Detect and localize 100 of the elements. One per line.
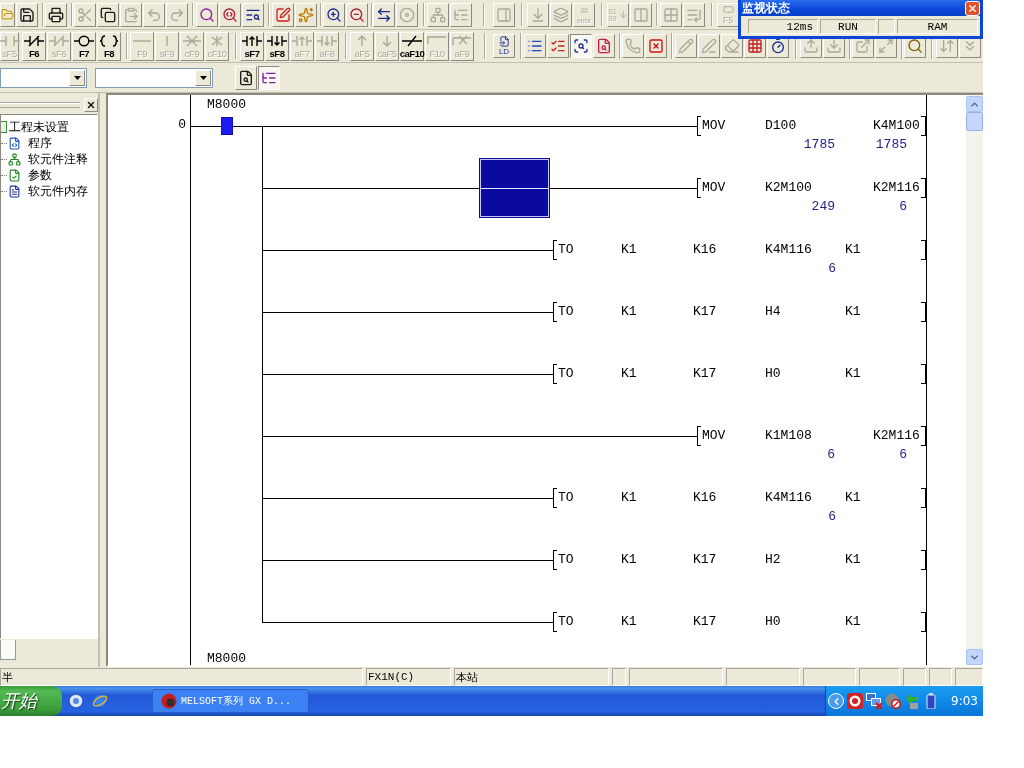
blocked-icon: [885, 693, 901, 709]
tree-item[interactable]: 软元件内存: [28, 183, 88, 199]
folder-icon: [1, 8, 14, 21]
pencil-icon: [678, 38, 694, 54]
monitor-value: 6: [828, 509, 836, 525]
operand-label: K1: [621, 552, 638, 568]
zoom-in-icon: [326, 6, 342, 23]
braces-icon: [99, 34, 119, 47]
closed-contact-icon: [49, 34, 69, 47]
panel-tab[interactable]: [0, 640, 16, 660]
cross-step-icon: [452, 35, 472, 46]
panel-icon: [496, 6, 512, 23]
tree-item[interactable]: 软元件注释: [28, 151, 88, 167]
undo-icon: [146, 6, 162, 23]
function-key-button[interactable]: caF10: [400, 31, 424, 61]
function-key-button[interactable]: F7: [72, 31, 96, 61]
bracket-icon: [697, 116, 701, 136]
up-arrow-icon: [357, 34, 367, 47]
function-key-button[interactable]: F8: [97, 31, 121, 61]
coil-icon: [74, 34, 94, 47]
monitor-value: 249: [811, 199, 835, 215]
list-icon: [527, 38, 543, 54]
network-icon: [430, 6, 446, 23]
instruction-name: TO: [557, 242, 575, 258]
step-line-icon: [427, 36, 447, 45]
file-search-icon: [238, 69, 254, 86]
tree-item[interactable]: 程序: [28, 135, 52, 151]
taskbar-button[interactable]: MELSOFT系列 GX D...: [152, 689, 309, 713]
step-number: 0: [178, 118, 186, 132]
quick-launch-button[interactable]: [92, 693, 108, 709]
save-icon: [19, 6, 35, 23]
monitor-value: 1785: [875, 137, 907, 153]
columns-icon: [633, 6, 649, 23]
toolbar-button[interactable]: [258, 65, 280, 90]
scan-search-icon: [573, 38, 589, 54]
redo-icon: [169, 6, 185, 23]
start-button[interactable]: 开始: [0, 686, 62, 716]
operand-label: K2M116: [873, 180, 920, 196]
monitor-value: 6: [828, 261, 836, 277]
file-search-icon: [596, 38, 612, 54]
status-panel: 半: [0, 668, 363, 686]
down-to-line-icon: [530, 6, 546, 23]
x-square-icon: [648, 38, 664, 54]
combo-box[interactable]: [0, 67, 87, 88]
close-button[interactable]: [84, 97, 98, 112]
status-panel: 本站: [454, 668, 609, 686]
operand-label: K1M108: [765, 428, 813, 444]
pen-line-icon: [701, 38, 717, 54]
function-key-button[interactable]: sF7: [240, 31, 264, 61]
bracket-icon: [553, 364, 557, 384]
list-check-icon: [550, 38, 566, 54]
grid-icon: [663, 6, 679, 23]
tray-button[interactable]: [923, 693, 939, 709]
operand-label: K1: [621, 242, 638, 258]
function-key-button[interactable]: F6: [22, 31, 46, 61]
operand-label: K1: [845, 366, 862, 382]
instruction-name: TO: [557, 304, 575, 320]
tree-item[interactable]: 工程未设置: [9, 119, 69, 135]
search-icon: [199, 6, 215, 23]
dropdown-arrow-icon: [73, 75, 81, 80]
close-icon: [86, 99, 96, 110]
dropdown-arrow-icon: [199, 75, 207, 80]
document-icon: [8, 184, 21, 198]
monitor-value: 1785: [803, 137, 835, 153]
hierarchy-icon: [8, 152, 21, 166]
combo-box[interactable]: [95, 67, 213, 88]
toolbar-button[interactable]: LD: [493, 34, 515, 58]
code-search-icon: [222, 6, 238, 23]
tree-item[interactable]: 参数: [28, 167, 52, 183]
toolbar-button[interactable]: [570, 34, 592, 58]
function-key-button[interactable]: sF8: [265, 31, 289, 61]
bracket-icon: [553, 240, 557, 260]
clock: 9:03: [951, 694, 978, 708]
target-icon: [847, 693, 863, 709]
disc-icon: [68, 693, 84, 709]
quick-launch-button[interactable]: [68, 693, 84, 709]
operand-label: H2: [765, 552, 782, 568]
code-file-icon: [8, 136, 21, 150]
operand-label: K4M116: [765, 242, 813, 258]
clipboard-icon: [123, 6, 139, 23]
scroll-up-button[interactable]: [966, 96, 983, 112]
scroll-down-button[interactable]: [966, 649, 983, 665]
battery-icon: [923, 693, 939, 709]
file-arrow-icon: [498, 36, 510, 47]
phone-icon: [625, 38, 641, 54]
tray-button[interactable]: [885, 693, 901, 709]
tray-button[interactable]: [847, 693, 863, 709]
monitor-field: [878, 19, 895, 34]
pen-square-icon: [275, 6, 291, 23]
copy-icon: [100, 6, 116, 23]
download-icon: [826, 38, 842, 54]
operand-label: K1: [845, 304, 862, 320]
down-arrow-icon: [617, 9, 628, 20]
operand-label: K1: [845, 552, 862, 568]
operand-label: K17: [693, 366, 718, 382]
tray-expand-button[interactable]: [828, 693, 844, 709]
operand-label: H4: [765, 304, 782, 320]
scissors-icon: [77, 6, 93, 23]
scrollbar-thumb[interactable]: [966, 112, 983, 131]
tray-button[interactable]: [866, 693, 882, 709]
